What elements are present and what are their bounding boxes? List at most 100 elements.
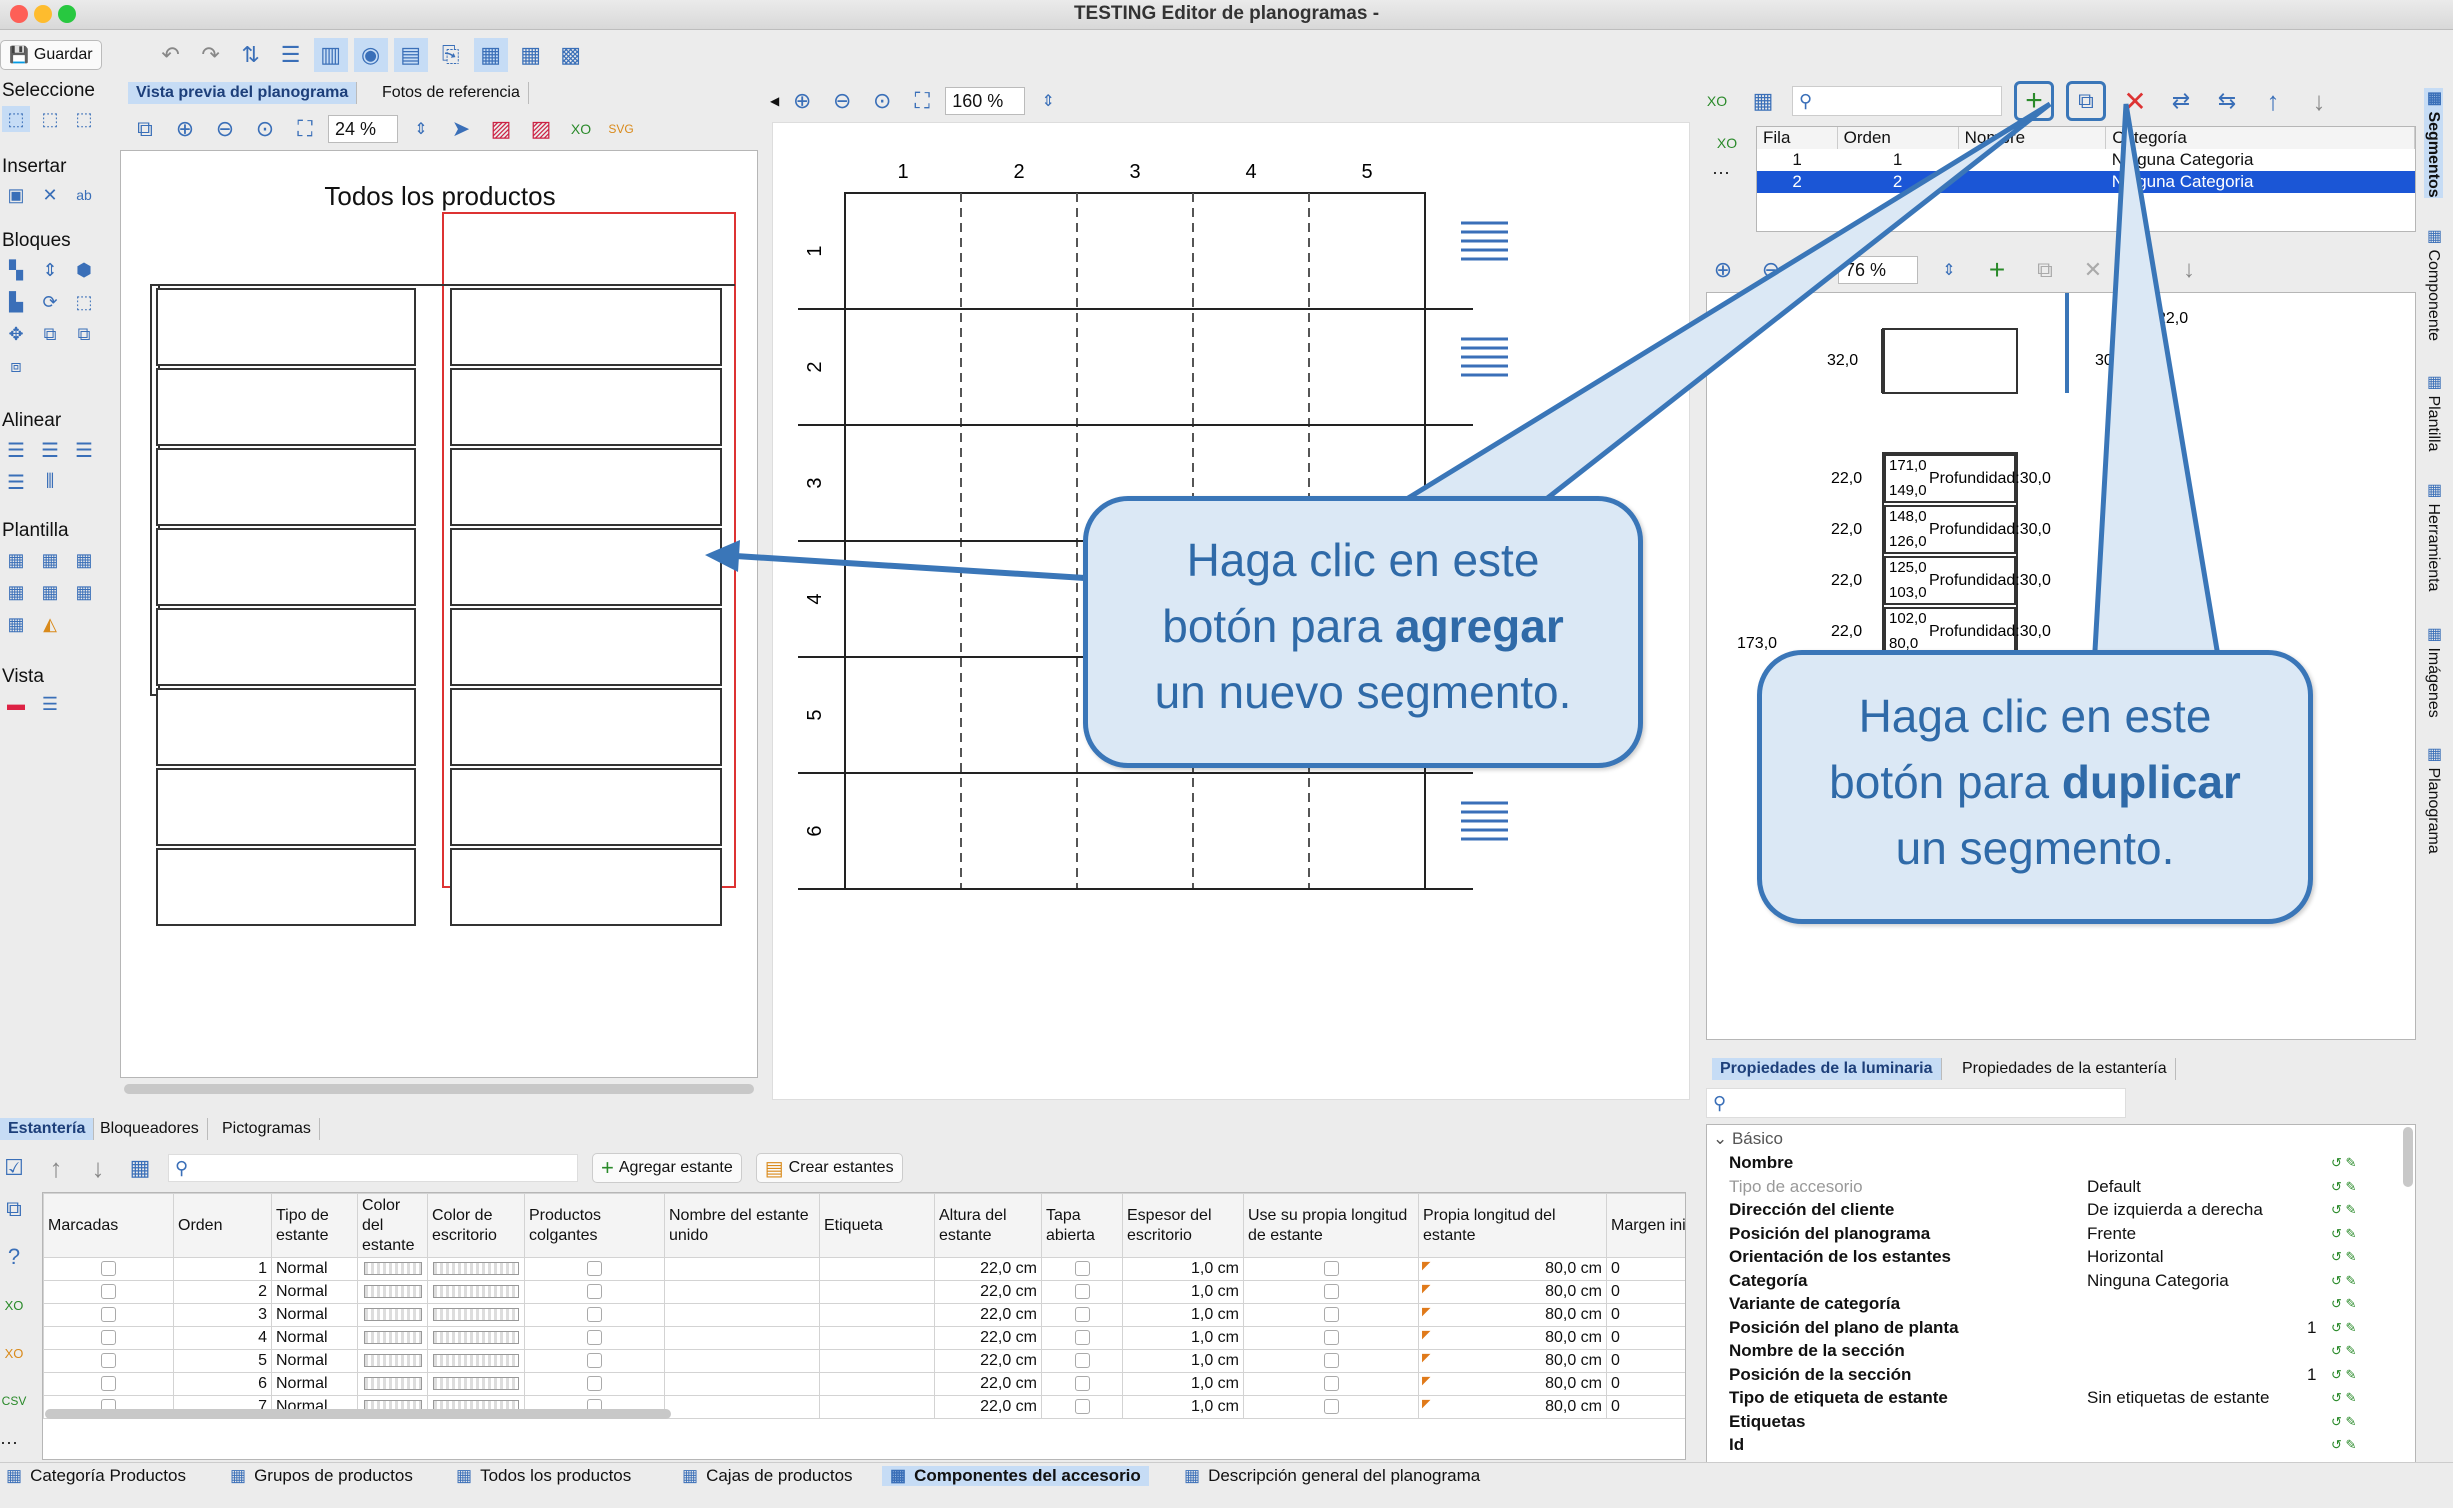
ruler-icon[interactable]: ▤	[393, 38, 428, 72]
csv-export-icon[interactable]: CSV	[0, 1384, 28, 1418]
footer-tab[interactable]: ▦ Todos los productos	[456, 1466, 631, 1486]
align-justify-icon[interactable]: ☰	[2, 468, 30, 496]
props-search-input[interactable]: ⚲	[1706, 1088, 2126, 1118]
table-row[interactable]: 6 Normal 22,0 cm 1,0 cm 80,0 cm ◤ 0	[43, 1372, 1685, 1396]
open-lid-checkbox[interactable]	[1074, 1307, 1090, 1323]
move-segment-icon[interactable]: ⇄	[2164, 84, 2198, 118]
property-row[interactable]: Dirección del cliente De izquierda a dere…	[1707, 1198, 2415, 1221]
segment-column-header[interactable]: Fila	[1757, 127, 1838, 149]
block-icon[interactable]: ⧉	[70, 320, 98, 348]
grid-column-header[interactable]: Espesor del escritorio	[1122, 1193, 1244, 1258]
grid-column-header[interactable]: Margen inicio	[1606, 1193, 1685, 1258]
tab-blockers[interactable]: Bloqueadores	[92, 1118, 208, 1140]
excel-export-icon[interactable]: XO	[0, 1288, 28, 1322]
zoom-out-icon[interactable]: ⊖	[208, 112, 242, 146]
segments-search-input[interactable]: ⚲	[1792, 86, 2002, 116]
marked-checkbox[interactable]	[101, 1376, 116, 1392]
marked-checkbox[interactable]	[101, 1261, 116, 1277]
minimize-window-icon[interactable]	[34, 5, 52, 23]
copy-icon[interactable]: ⧉	[0, 1192, 28, 1226]
block-icon[interactable]: ⇕	[36, 256, 64, 284]
own-length-checkbox[interactable]	[1323, 1261, 1339, 1277]
open-lid-checkbox[interactable]	[1074, 1376, 1090, 1392]
tab-pictograms[interactable]: Pictogramas	[214, 1118, 320, 1140]
fit-page-icon[interactable]: ⛶	[288, 112, 322, 146]
segment-column-header[interactable]: Nombre	[1958, 127, 2107, 149]
open-lid-checkbox[interactable]	[1074, 1284, 1090, 1300]
block-icon[interactable]: ⬚	[70, 288, 98, 316]
grid-column-header[interactable]: Use su propia longitud de estante	[1243, 1193, 1419, 1258]
own-length-checkbox[interactable]	[1323, 1330, 1339, 1346]
own-length-checkbox[interactable]	[1323, 1284, 1339, 1300]
template-icon[interactable]: ▦	[70, 546, 98, 574]
template-icon[interactable]: ▦	[2, 610, 30, 638]
select-area-icon[interactable]: ⬚	[36, 106, 64, 132]
desk-color-swatch[interactable]	[433, 1331, 519, 1345]
reset-property-icon[interactable]: ↺ ✎	[2331, 1245, 2356, 1268]
close-window-icon[interactable]	[10, 5, 28, 23]
table-row[interactable]: 4 Normal 22,0 cm 1,0 cm 80,0 cm ◤ 0	[43, 1326, 1685, 1350]
move-up-button[interactable]: ↑	[2256, 84, 2290, 118]
zoom-out-icon[interactable]: ⊖	[1754, 253, 1788, 287]
reset-property-icon[interactable]: ↺ ✎	[2331, 1433, 2356, 1456]
grid-column-header[interactable]: Propia longitud del estante	[1418, 1193, 1607, 1258]
sort-icon[interactable]: ⇅	[234, 38, 268, 72]
align-right-icon[interactable]: ☰	[70, 436, 98, 464]
segment-row[interactable]: 1 1 Ninguna Categoria	[1757, 149, 2415, 171]
property-row[interactable]: Tipo de accesorio Default ↺ ✎	[1707, 1175, 2415, 1198]
preview-zoom-field[interactable]: 24 %	[328, 115, 398, 143]
zoom-stepper-icon[interactable]: ⇕	[404, 112, 438, 146]
footer-tab[interactable]: ▦ Descripción general del planograma	[1184, 1466, 1480, 1486]
shelf-search-input[interactable]: ⚲	[168, 1154, 578, 1182]
template-icon[interactable]: ◭	[36, 610, 64, 638]
footer-tab[interactable]: ▦ Categoría Productos	[6, 1466, 186, 1486]
tab-reference-photos[interactable]: Fotos de referencia	[374, 82, 529, 104]
image-icon[interactable]: ▨	[524, 112, 558, 146]
grid-column-header[interactable]: Productos colgantes	[524, 1193, 665, 1258]
table-icon[interactable]: ▦	[514, 38, 548, 72]
side-tab[interactable]: ▦ Segmentos	[2424, 88, 2443, 198]
shelf-color-swatch[interactable]	[363, 1377, 422, 1391]
side-tab[interactable]: ▦ Herramienta	[2424, 480, 2443, 591]
reset-property-icon[interactable]: ↺ ✎	[2331, 1198, 2356, 1221]
desk-color-swatch[interactable]	[433, 1285, 519, 1299]
table-settings-icon[interactable]: ▦	[1746, 84, 1780, 118]
move-segment-icon[interactable]: ⇆	[2210, 84, 2244, 118]
property-row[interactable]: Categoría Ninguna Categoria ↺ ✎	[1707, 1269, 2415, 1292]
own-length-checkbox[interactable]	[1323, 1353, 1339, 1369]
hanging-checkbox[interactable]	[587, 1376, 602, 1392]
align-left-icon[interactable]: ☰	[2, 436, 30, 464]
desk-color-swatch[interactable]	[433, 1308, 519, 1322]
props-scrollbar[interactable]	[2403, 1127, 2413, 1187]
grid-column-header[interactable]: Nombre del estante unido	[664, 1193, 820, 1258]
side-tab[interactable]: ▦ Imágenes	[2424, 624, 2443, 718]
hanging-checkbox[interactable]	[587, 1353, 602, 1369]
own-length-checkbox[interactable]	[1323, 1307, 1339, 1323]
excel-export-icon[interactable]: XO	[564, 112, 598, 146]
delete-shelf-icon[interactable]: ✕	[2076, 253, 2110, 287]
create-shelves-button[interactable]: ▤ Crear estantes	[755, 1153, 903, 1183]
own-length-checkbox[interactable]	[1323, 1399, 1339, 1415]
block-icon[interactable]: ⧈	[2, 352, 30, 380]
template-icon[interactable]: ▦	[2, 546, 30, 574]
template-icon[interactable]: ▦	[70, 578, 98, 606]
desk-color-swatch[interactable]	[433, 1354, 519, 1368]
shelf-up-icon[interactable]: ↑	[2124, 253, 2158, 287]
shelf-color-swatch[interactable]	[363, 1262, 422, 1276]
view-list-icon[interactable]: ☰	[36, 690, 64, 718]
reset-property-icon[interactable]: ↺ ✎	[2331, 1363, 2356, 1386]
hanging-checkbox[interactable]	[587, 1261, 602, 1277]
grid-icon[interactable]: ▩	[554, 38, 588, 72]
reset-property-icon[interactable]: ↺ ✎	[2331, 1410, 2356, 1433]
hanging-checkbox[interactable]	[587, 1284, 602, 1300]
grid-column-header[interactable]: Tapa abierta	[1041, 1193, 1123, 1258]
footer-tab[interactable]: ▦ Componentes del accesorio	[882, 1466, 1149, 1486]
marked-checkbox[interactable]	[101, 1307, 116, 1323]
reset-property-icon[interactable]: ↺ ✎	[2331, 1339, 2356, 1362]
desk-color-swatch[interactable]	[433, 1262, 519, 1276]
tab-shelving[interactable]: Estantería	[0, 1118, 95, 1140]
side-tab[interactable]: ▦ Plantilla	[2424, 372, 2443, 451]
zoom-stepper-icon[interactable]: ⇕	[1031, 84, 1065, 118]
add-shelf-button[interactable]: + Agregar estante	[592, 1153, 742, 1183]
reset-property-icon[interactable]: ↺ ✎	[2331, 1222, 2356, 1245]
